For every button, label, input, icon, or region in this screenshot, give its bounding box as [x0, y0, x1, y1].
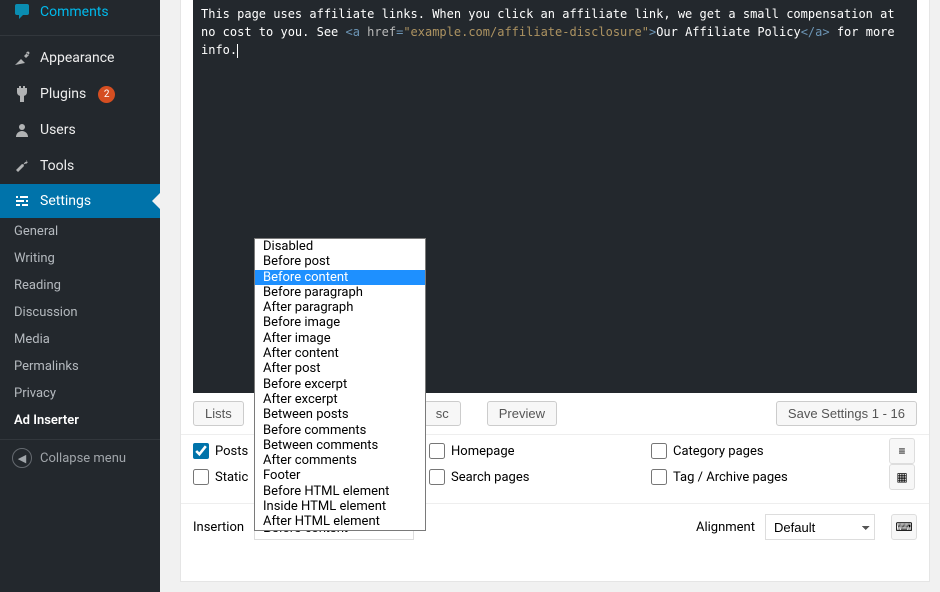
dropdown-item[interactable]: Before content — [255, 270, 425, 285]
dropdown-item[interactable]: After comments — [255, 453, 425, 468]
option-homepage[interactable]: Homepage — [429, 443, 639, 459]
dropdown-item[interactable]: After paragraph — [255, 300, 425, 315]
sidebar-item-users[interactable]: Users — [0, 112, 160, 148]
sidebar-label: Tools — [40, 158, 74, 174]
alignment-label: Alignment — [696, 520, 755, 535]
sidebar-sub-privacy[interactable]: Privacy — [0, 380, 160, 407]
grid-icon-button[interactable]: ▦ — [889, 464, 915, 490]
dropdown-item[interactable]: Footer — [255, 468, 425, 483]
admin-sidebar: Comments Appearance Plugins 2 Users Tool… — [0, 0, 160, 592]
sidebar-sub-media[interactable]: Media — [0, 326, 160, 353]
settings-icon — [12, 191, 32, 211]
dropdown-item[interactable]: Between comments — [255, 438, 425, 453]
sidebar-item-comments[interactable]: Comments — [0, 0, 160, 30]
dropdown-item[interactable]: Disabled — [255, 239, 425, 254]
alignment-select[interactable]: Default — [765, 514, 875, 540]
dropdown-item[interactable]: After image — [255, 331, 425, 346]
preview-button[interactable]: Preview — [487, 401, 557, 426]
dropdown-item[interactable]: After content — [255, 346, 425, 361]
homepage-checkbox[interactable] — [429, 443, 445, 459]
sidebar-sub-adinserter[interactable]: Ad Inserter — [0, 407, 160, 434]
dropdown-item[interactable]: Before image — [255, 315, 425, 330]
static-checkbox[interactable] — [193, 469, 209, 485]
dropdown-item[interactable]: Before paragraph — [255, 285, 425, 300]
keyboard-icon-button[interactable]: ⌨ — [891, 514, 917, 540]
sidebar-label: Comments — [40, 4, 109, 20]
lists-button[interactable]: Lists — [193, 401, 244, 426]
collapse-menu[interactable]: ◀ Collapse menu — [0, 439, 160, 476]
sidebar-item-tools[interactable]: Tools — [0, 148, 160, 184]
sidebar-label: Appearance — [40, 50, 114, 66]
collapse-label: Collapse menu — [40, 451, 126, 466]
insertion-dropdown[interactable]: DisabledBefore postBefore contentBefore … — [254, 238, 426, 531]
users-icon — [12, 120, 32, 140]
appearance-icon — [12, 48, 32, 68]
sc-button[interactable]: sc — [424, 401, 461, 426]
dropdown-item[interactable]: Between posts — [255, 407, 425, 422]
dropdown-item[interactable]: Before post — [255, 254, 425, 269]
sidebar-sub-permalinks[interactable]: Permalinks — [0, 353, 160, 380]
insertion-label: Insertion — [193, 520, 244, 535]
sidebar-sub-reading[interactable]: Reading — [0, 272, 160, 299]
plugins-icon — [12, 84, 32, 104]
sidebar-item-plugins[interactable]: Plugins 2 — [0, 76, 160, 112]
dropdown-item[interactable]: After post — [255, 361, 425, 376]
dropdown-item[interactable]: Before excerpt — [255, 377, 425, 392]
update-badge: 2 — [98, 86, 115, 103]
sidebar-item-settings[interactable]: Settings — [0, 184, 160, 218]
sidebar-sub-discussion[interactable]: Discussion — [0, 299, 160, 326]
save-button[interactable]: Save Settings 1 - 16 — [776, 401, 917, 426]
posts-checkbox[interactable] — [193, 443, 209, 459]
sidebar-label: Settings — [40, 193, 91, 209]
dropdown-item[interactable]: Before comments — [255, 423, 425, 438]
option-tag[interactable]: Tag / Archive pages — [651, 469, 861, 485]
dropdown-item[interactable]: After excerpt — [255, 392, 425, 407]
dropdown-item[interactable]: Before HTML element — [255, 484, 425, 499]
dropdown-item[interactable]: After HTML element — [255, 514, 425, 529]
sidebar-sub-general[interactable]: General — [0, 218, 160, 245]
sidebar-item-appearance[interactable]: Appearance — [0, 40, 160, 76]
comments-icon — [12, 2, 32, 22]
collapse-icon: ◀ — [12, 448, 32, 468]
sidebar-label: Users — [40, 122, 76, 138]
category-checkbox[interactable] — [651, 443, 667, 459]
search-checkbox[interactable] — [429, 469, 445, 485]
tools-icon — [12, 156, 32, 176]
option-category[interactable]: Category pages — [651, 443, 861, 459]
option-search[interactable]: Search pages — [429, 469, 639, 485]
sidebar-label: Plugins — [40, 86, 86, 102]
tag-checkbox[interactable] — [651, 469, 667, 485]
sidebar-sub-writing[interactable]: Writing — [0, 245, 160, 272]
list-icon-button[interactable]: ≡ — [889, 438, 915, 464]
dropdown-item[interactable]: Inside HTML element — [255, 499, 425, 514]
